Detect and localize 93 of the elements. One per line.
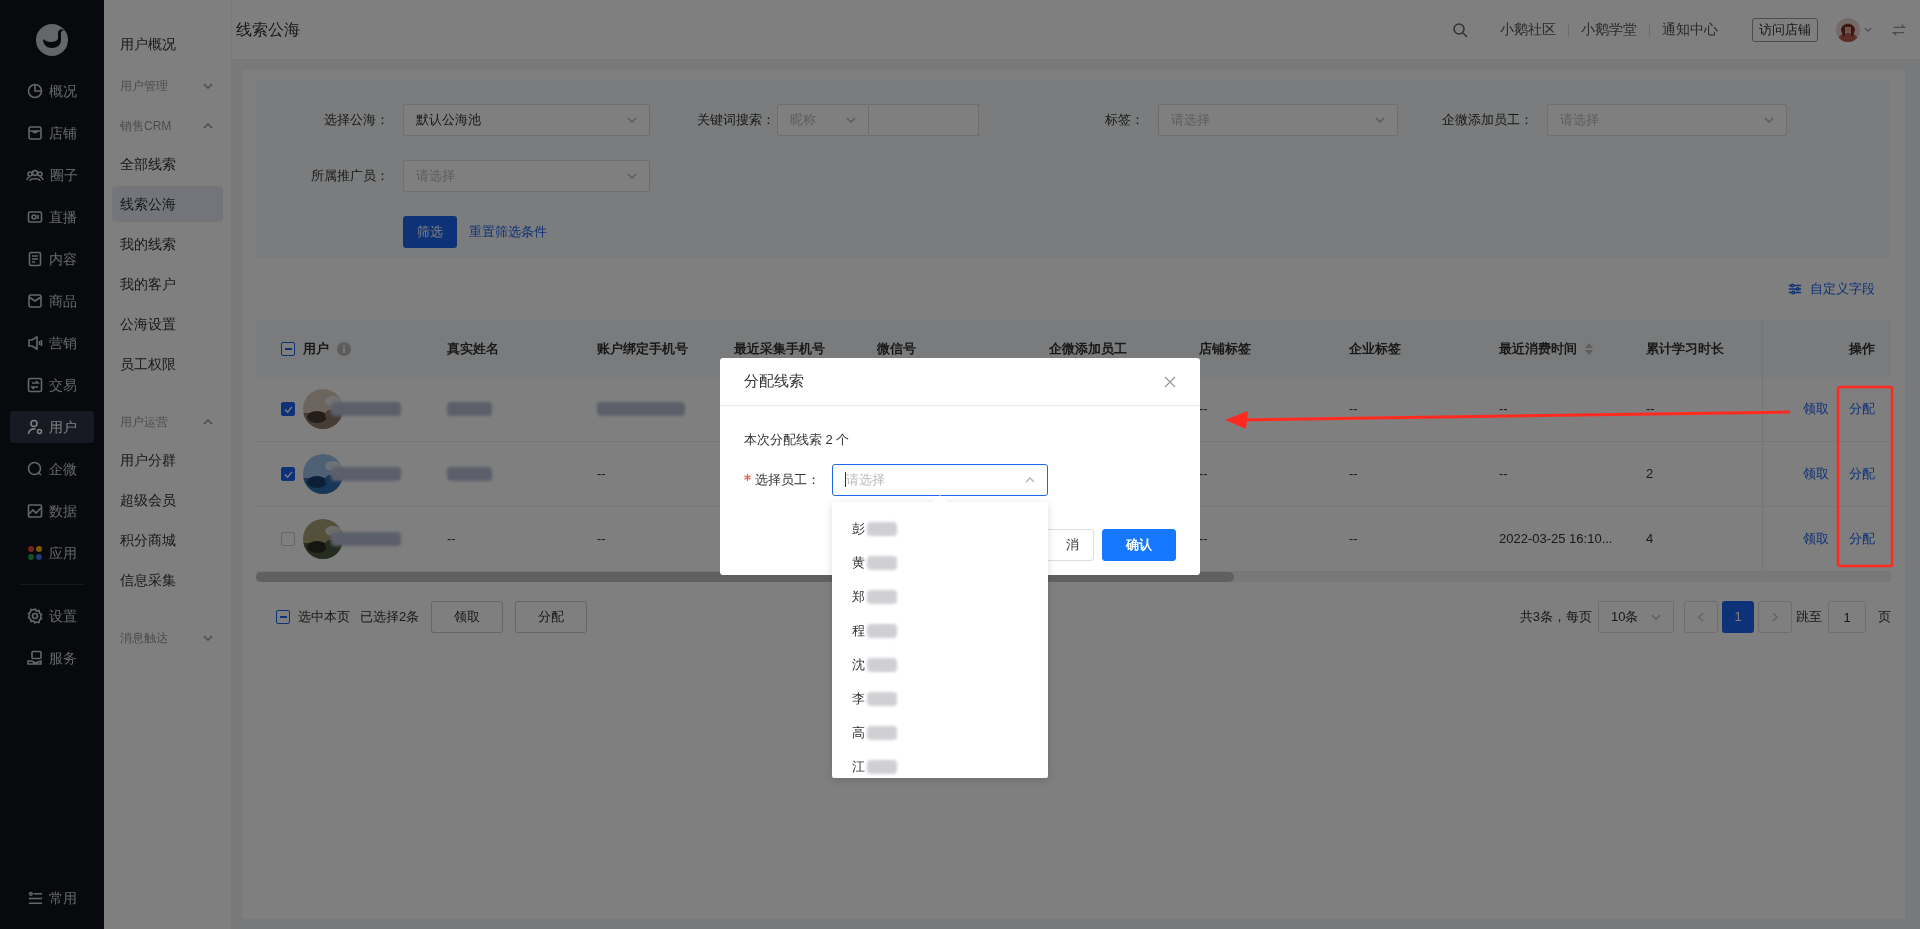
- reset-filters-link[interactable]: 重置筛选条件: [469, 222, 547, 242]
- sidebar-item[interactable]: 常用: [27, 888, 77, 909]
- dropdown-option[interactable]: 高: [832, 716, 1048, 750]
- sidebar-item[interactable]: 交易: [10, 369, 94, 401]
- sidebar-item[interactable]: 企微: [10, 453, 94, 485]
- sidebar-item[interactable]: 营销: [10, 327, 94, 359]
- column-header: 企微添加员工: [1049, 339, 1127, 358]
- column-header: 累计学习时长: [1646, 339, 1724, 358]
- nav-item[interactable]: 信息采集: [112, 562, 223, 598]
- column-header: 最近采集手机号: [734, 339, 825, 358]
- sidebar-item[interactable]: 服务: [10, 642, 94, 674]
- column-header: 企业标签: [1349, 339, 1401, 358]
- table-cell-text: --: [1199, 465, 1208, 484]
- nav-item[interactable]: 员工权限: [112, 346, 223, 382]
- action-link[interactable]: 分配: [1849, 529, 1875, 549]
- page-suffix: 页: [1878, 608, 1891, 627]
- filter-label: 企微添加员工：: [1441, 111, 1533, 130]
- selected-count: 已选择2条: [360, 608, 420, 627]
- action-link[interactable]: 领取: [1803, 529, 1829, 549]
- sidebar-item[interactable]: 概况: [10, 75, 94, 107]
- nav-item[interactable]: 用户分群: [112, 442, 223, 478]
- table-cell-text: 2: [1646, 465, 1654, 484]
- column-header: 微信号: [877, 339, 916, 358]
- column-header: 操作: [1849, 339, 1875, 358]
- table-cell-text: --: [1499, 400, 1508, 419]
- table-cell-text: --: [1646, 400, 1655, 419]
- bulk-action-button[interactable]: 领取: [431, 601, 504, 633]
- filter-label: 标签：: [1104, 111, 1144, 130]
- dialog-message: 本次分配线索 2 个: [743, 431, 851, 449]
- sidebar-item[interactable]: 设置: [10, 600, 94, 632]
- select-field[interactable]: 10条: [1598, 601, 1674, 633]
- action-link[interactable]: 分配: [1849, 464, 1875, 484]
- nav-item[interactable]: 我的客户: [112, 266, 223, 302]
- nav-item[interactable]: 用户概况: [112, 26, 223, 62]
- total-count: 共3条，每页: [1519, 608, 1592, 627]
- dropdown-option[interactable]: 程: [832, 614, 1048, 648]
- page-button[interactable]: 1: [1722, 601, 1754, 633]
- select-field[interactable]: 请选择: [832, 463, 1048, 496]
- column-header: 店铺标签: [1199, 339, 1251, 358]
- sidebar-item[interactable]: 用户: [10, 411, 94, 443]
- table-cell-text: --: [1199, 400, 1208, 419]
- filter-button[interactable]: 筛选: [403, 216, 457, 248]
- table-cell-text: --: [597, 530, 606, 549]
- confirm-button[interactable]: 确认: [1102, 529, 1176, 561]
- nav-item[interactable]: 超级会员: [112, 482, 223, 518]
- header-link[interactable]: 小鹅学堂: [1569, 19, 1649, 40]
- filter-label: 选择公海：: [323, 111, 389, 130]
- select-page-label: 选中本页: [298, 608, 350, 627]
- sidebar-item[interactable]: 应用: [10, 537, 94, 569]
- column-header: 真实姓名: [447, 339, 499, 358]
- table-cell-text: --: [1349, 530, 1358, 549]
- column-header: 用户: [303, 339, 329, 358]
- table-cell-text: --: [1199, 530, 1208, 549]
- sidebar-item[interactable]: 直播: [10, 201, 94, 233]
- field-label: 选择员工：: [755, 470, 820, 489]
- table-cell-text: --: [1349, 400, 1358, 419]
- table-cell-text: --: [1349, 465, 1358, 484]
- nav-item[interactable]: 线索公海: [112, 186, 223, 222]
- page-title: 线索公海: [236, 19, 300, 40]
- table-cell-text: 2022-03-25 16:10...: [1499, 530, 1613, 549]
- nav-item[interactable]: 积分商城: [112, 522, 223, 558]
- header-link[interactable]: 通知中心: [1650, 19, 1730, 40]
- sidebar-item[interactable]: 店铺: [10, 117, 94, 149]
- nav-item[interactable]: 公海设置: [112, 306, 223, 342]
- bulk-action-button[interactable]: 分配: [515, 601, 588, 633]
- dialog-title: 分配线索: [744, 371, 804, 392]
- jump-label: 跳至: [1796, 608, 1822, 627]
- filter-label: 关键词搜索：: [696, 111, 775, 130]
- header-link[interactable]: 小鹅社区: [1488, 19, 1568, 40]
- custom-fields-link[interactable]: 自定义字段: [1788, 279, 1875, 299]
- nav-item[interactable]: 我的线索: [112, 226, 223, 262]
- sidebar-item[interactable]: 内容: [10, 243, 94, 275]
- table-cell-text: --: [1499, 465, 1508, 484]
- filter-label: 所属推广员：: [310, 167, 389, 186]
- sidebar-item[interactable]: 商品: [10, 285, 94, 317]
- dropdown-option[interactable]: 江: [832, 750, 1048, 778]
- dropdown-option[interactable]: 沈: [832, 648, 1048, 682]
- sidebar-item[interactable]: 数据: [10, 495, 94, 527]
- dropdown-option[interactable]: 李: [832, 682, 1048, 716]
- column-header: 最近消费时间: [1499, 339, 1577, 358]
- visit-store-button[interactable]: 访问店铺: [1752, 17, 1818, 42]
- nav-item[interactable]: 全部线索: [112, 146, 223, 182]
- action-link[interactable]: 领取: [1803, 399, 1829, 419]
- table-cell-text: --: [447, 530, 456, 549]
- table-cell-text: --: [597, 465, 606, 484]
- action-link[interactable]: 分配: [1849, 399, 1875, 419]
- dropdown-option[interactable]: 郑: [832, 580, 1048, 614]
- table-cell-text: 4: [1646, 530, 1654, 549]
- column-header: 账户绑定手机号: [597, 339, 688, 358]
- action-link[interactable]: 领取: [1803, 464, 1829, 484]
- select-field[interactable]: 默认公海池: [403, 104, 650, 136]
- sidebar-item[interactable]: 圈子: [10, 159, 94, 191]
- page-jump-input[interactable]: 1: [1828, 601, 1866, 633]
